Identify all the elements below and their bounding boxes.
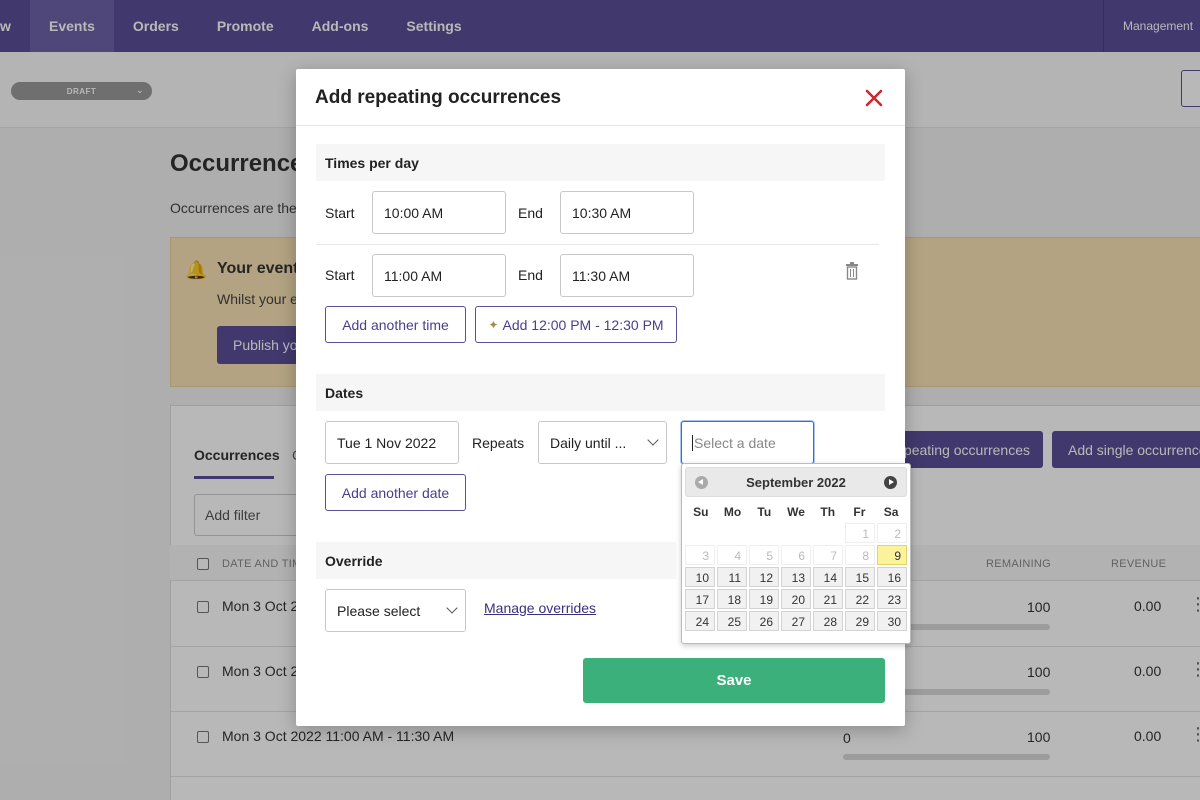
add-another-date-button[interactable]: Add another date bbox=[325, 474, 466, 511]
until-date-input[interactable]: Select a date bbox=[681, 421, 814, 464]
chevron-down-icon bbox=[446, 602, 458, 614]
end-time-input-2[interactable]: 11:30 AM bbox=[560, 254, 694, 297]
magic-wand-icon: ✦ bbox=[488, 317, 499, 332]
datepicker-day[interactable]: 10 bbox=[685, 567, 715, 587]
close-icon[interactable] bbox=[862, 86, 886, 110]
repeats-select[interactable]: Daily until ... bbox=[538, 421, 667, 464]
trash-icon[interactable] bbox=[845, 262, 859, 280]
datepicker-month: September 2022 bbox=[746, 475, 846, 490]
start-time-input-1[interactable]: 10:00 AM bbox=[372, 191, 506, 234]
start-date-input[interactable]: Tue 1 Nov 2022 bbox=[325, 421, 459, 464]
manage-overrides-link[interactable]: Manage overrides bbox=[484, 600, 596, 616]
datepicker-day[interactable]: 23 bbox=[877, 589, 907, 609]
add-another-time-button[interactable]: Add another time bbox=[325, 306, 466, 343]
datepicker-day[interactable]: 18 bbox=[717, 589, 747, 609]
datepicker-day-disabled: 2 bbox=[877, 523, 907, 543]
end-label: End bbox=[518, 267, 543, 283]
datepicker-day[interactable]: 29 bbox=[845, 611, 875, 631]
override-select-value: Please select bbox=[337, 602, 421, 619]
override-select[interactable]: Please select bbox=[325, 589, 466, 632]
datepicker-day[interactable]: 15 bbox=[845, 567, 875, 587]
datepicker-day[interactable]: 27 bbox=[781, 611, 811, 631]
weekday-label: Mo bbox=[723, 505, 742, 519]
datepicker-blank bbox=[749, 523, 779, 543]
next-month-icon[interactable] bbox=[884, 476, 897, 489]
datepicker-day[interactable]: 22 bbox=[845, 589, 875, 609]
datepicker-blank bbox=[685, 523, 715, 543]
datepicker-day-disabled: 8 bbox=[845, 545, 875, 565]
datepicker-day[interactable]: 12 bbox=[749, 567, 779, 587]
end-label: End bbox=[518, 205, 543, 221]
datepicker-day-disabled: 5 bbox=[749, 545, 779, 565]
datepicker-day-today[interactable]: 9 bbox=[877, 545, 907, 565]
datepicker-day[interactable]: 24 bbox=[685, 611, 715, 631]
datepicker-blank bbox=[813, 523, 843, 543]
datepicker-day[interactable]: 20 bbox=[781, 589, 811, 609]
datepicker-day-disabled: 4 bbox=[717, 545, 747, 565]
save-button[interactable]: Save bbox=[583, 658, 885, 703]
repeats-select-value: Daily until ... bbox=[550, 434, 627, 451]
modal-title: Add repeating occurrences bbox=[315, 87, 562, 108]
override-section-header: Override bbox=[316, 542, 676, 579]
add-suggested-time-label: Add 12:00 PM - 12:30 PM bbox=[502, 316, 664, 333]
add-suggested-time-button[interactable]: ✦ Add 12:00 PM - 12:30 PM bbox=[475, 306, 677, 343]
datepicker-days: 1 2 3 4 5 6 7 8 9 10 11 12 13 14 15 16 17 18 19 20 21 22 23 24 2… bbox=[685, 523, 907, 631]
weekday-label: Th bbox=[820, 505, 836, 519]
chevron-down-icon bbox=[647, 434, 659, 446]
weekday-label: We bbox=[787, 505, 805, 519]
datepicker-day-disabled: 7 bbox=[813, 545, 843, 565]
datepicker-day[interactable]: 16 bbox=[877, 567, 907, 587]
until-date-placeholder: Select a date bbox=[692, 434, 776, 451]
weekday-label: Sa bbox=[883, 505, 899, 519]
datepicker-header: September 2022 bbox=[685, 467, 907, 497]
datepicker-day[interactable]: 13 bbox=[781, 567, 811, 587]
datepicker-day[interactable]: 26 bbox=[749, 611, 779, 631]
datepicker-day[interactable]: 14 bbox=[813, 567, 843, 587]
start-label: Start bbox=[325, 205, 355, 221]
modal-header-divider bbox=[296, 125, 905, 126]
datepicker-day[interactable]: 28 bbox=[813, 611, 843, 631]
datepicker-day-disabled: 1 bbox=[845, 523, 875, 543]
weekday-header: Su Mo Tu We Th Fr Sa bbox=[685, 501, 907, 523]
datepicker: September 2022 Su Mo Tu We Th Fr Sa 1234567891… bbox=[681, 463, 911, 644]
time-row-divider bbox=[316, 244, 879, 245]
datepicker-day[interactable]: 11 bbox=[717, 567, 747, 587]
times-section-header: Times per day bbox=[316, 144, 885, 181]
datepicker-day-disabled: 3 bbox=[685, 545, 715, 565]
datepicker-day[interactable]: 30 bbox=[877, 611, 907, 631]
datepicker-day[interactable]: 21 bbox=[813, 589, 843, 609]
weekday-label: Fr bbox=[853, 505, 866, 519]
datepicker-day-disabled: 6 bbox=[781, 545, 811, 565]
dates-section-header: Dates bbox=[316, 374, 885, 411]
datepicker-blank bbox=[781, 523, 811, 543]
datepicker-day[interactable]: 17 bbox=[685, 589, 715, 609]
weekday-label: Tu bbox=[757, 505, 772, 519]
datepicker-blank bbox=[717, 523, 747, 543]
start-time-input-2[interactable]: 11:00 AM bbox=[372, 254, 506, 297]
weekday-label: Su bbox=[693, 505, 709, 519]
end-time-input-1[interactable]: 10:30 AM bbox=[560, 191, 694, 234]
datepicker-day[interactable]: 25 bbox=[717, 611, 747, 631]
start-label: Start bbox=[325, 267, 355, 283]
repeats-label: Repeats bbox=[472, 435, 525, 451]
datepicker-day[interactable]: 19 bbox=[749, 589, 779, 609]
